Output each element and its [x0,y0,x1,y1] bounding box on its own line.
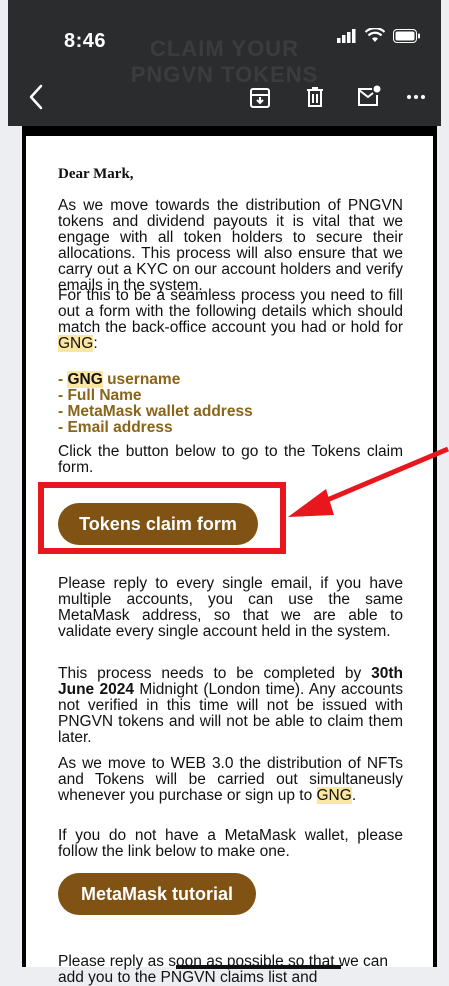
gng-highlight: GNG [58,335,94,352]
email-paragraph-metamask: If you do not have a MetaMask wallet, pl… [58,827,403,860]
mail-unread-icon[interactable] [357,85,381,107]
email-paragraph-form-details: For this to be a seamless process you ne… [58,288,403,352]
list-item: - MetaMask wallet address [58,403,253,420]
p5-text: This process needs to be completed by [58,665,372,682]
email-paragraph-web3: As we move to WEB 3.0 the distribution o… [58,756,403,804]
p6-period: . [351,787,357,804]
email-greeting: Dear Mark, [58,166,134,182]
list-gng-highlight: GNG [67,371,103,388]
email-paragraph-deadline: This process needs to be completed by 30… [58,666,403,746]
list-item: - Full Name [58,387,142,404]
email-paragraph-closing: Please reply as soon as possible so that… [58,953,388,986]
p2-text: For this to be a seamless process you ne… [58,287,403,336]
more-horizontal-icon[interactable] [406,94,426,100]
email-paragraph-reply: Please reply to every single email, if y… [58,575,403,640]
email-toolbar [8,70,441,126]
list-item-username: username [102,371,181,388]
ghost-header-line1: CLAIM YOUR [150,36,299,61]
p2-colon: : [93,335,98,352]
gng-highlight: GNG [316,787,352,804]
required-details-list: - GNG username - Full Name - MetaMask wa… [58,371,403,436]
strikethrough-mark [176,965,341,969]
email-paragraph-intro: As we move towards the distribution of P… [58,197,403,294]
chevron-left-icon[interactable] [28,84,44,110]
archive-icon[interactable] [249,87,271,109]
trash-icon[interactable] [305,86,325,108]
phone-screen: 8:46 CLAIM YOUR PNGVN TOKENS Dear Mark, … [0,0,449,986]
app-header: 8:46 CLAIM YOUR PNGVN TOKENS [8,0,441,126]
metamask-tutorial-button[interactable]: MetaMask tutorial [58,873,256,915]
list-item: - Email address [58,419,173,436]
list-item: - GNG username [58,371,403,388]
tokens-claim-form-button[interactable]: Tokens claim form [58,503,258,545]
annotation-arrow-icon [288,446,449,517]
